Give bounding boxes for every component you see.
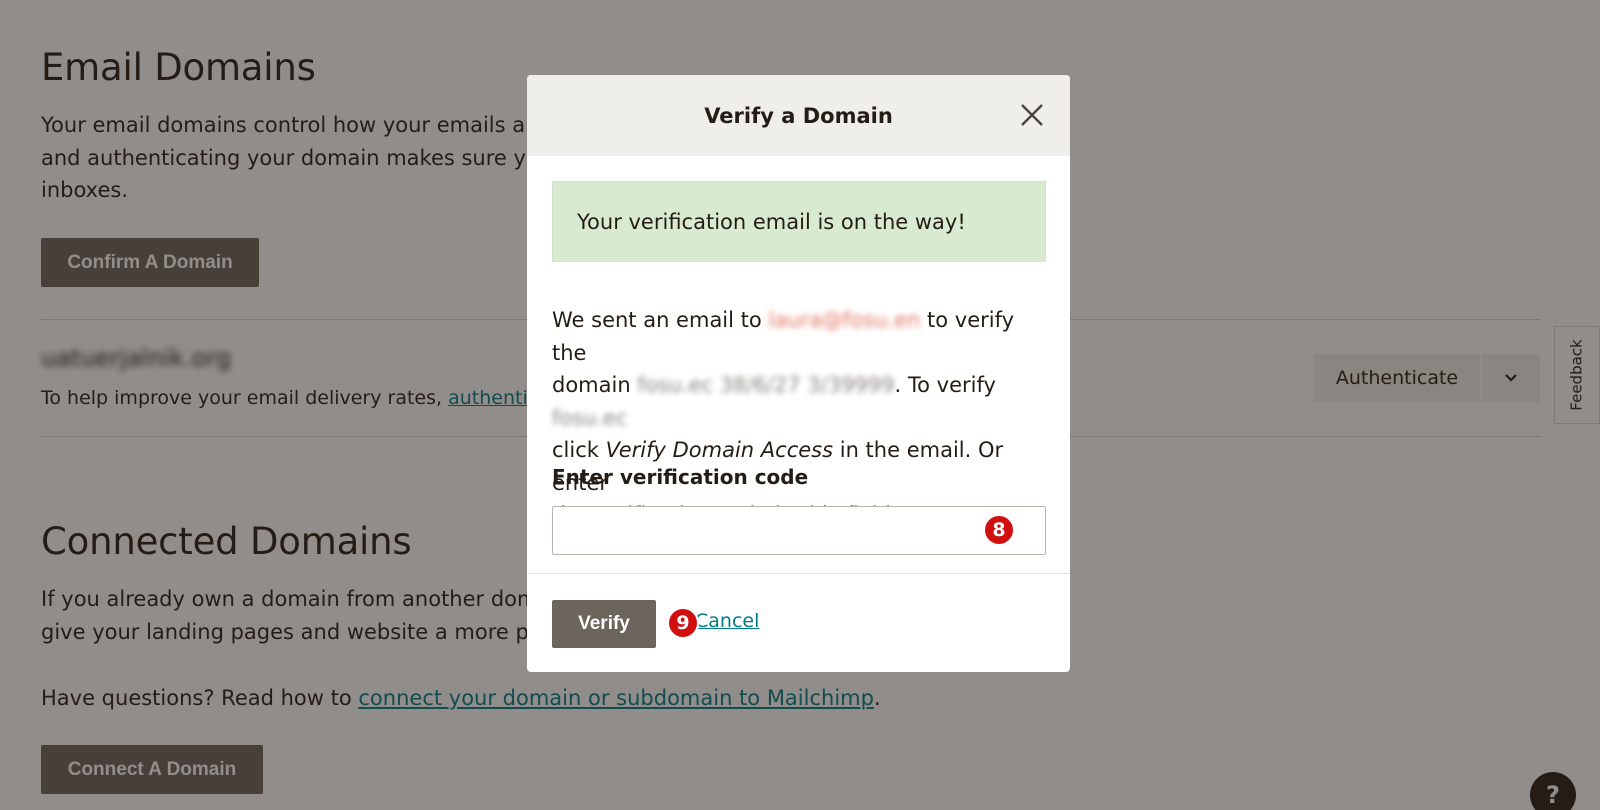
redacted-domain-short: fosu.ec (552, 405, 628, 430)
cancel-link[interactable]: Cancel (695, 610, 759, 632)
modal-title: Verify a Domain (704, 103, 893, 128)
redacted-domain: fosu.ec 38/6/27 3/39999 (637, 373, 895, 397)
verification-code-input[interactable] (552, 506, 1046, 555)
close-icon[interactable] (1016, 99, 1048, 131)
step-badge-8: 8 (983, 514, 1015, 546)
verify-button[interactable]: Verify (552, 600, 656, 648)
success-alert: Your verification email is on the way! (552, 181, 1046, 262)
verify-domain-modal: Verify a Domain Your verification email … (527, 75, 1070, 672)
step-badge-9: 9 (667, 607, 699, 639)
verification-code-label: Enter verification code (552, 465, 809, 489)
footer-divider (527, 573, 1070, 574)
redacted-email: laura@fosu.en (768, 308, 921, 332)
modal-instructions: We sent an email to laura@fosu.en to ver… (552, 304, 1052, 532)
verify-domain-access-emphasis: Verify Domain Access (605, 438, 834, 462)
modal-header: Verify a Domain (527, 75, 1070, 156)
